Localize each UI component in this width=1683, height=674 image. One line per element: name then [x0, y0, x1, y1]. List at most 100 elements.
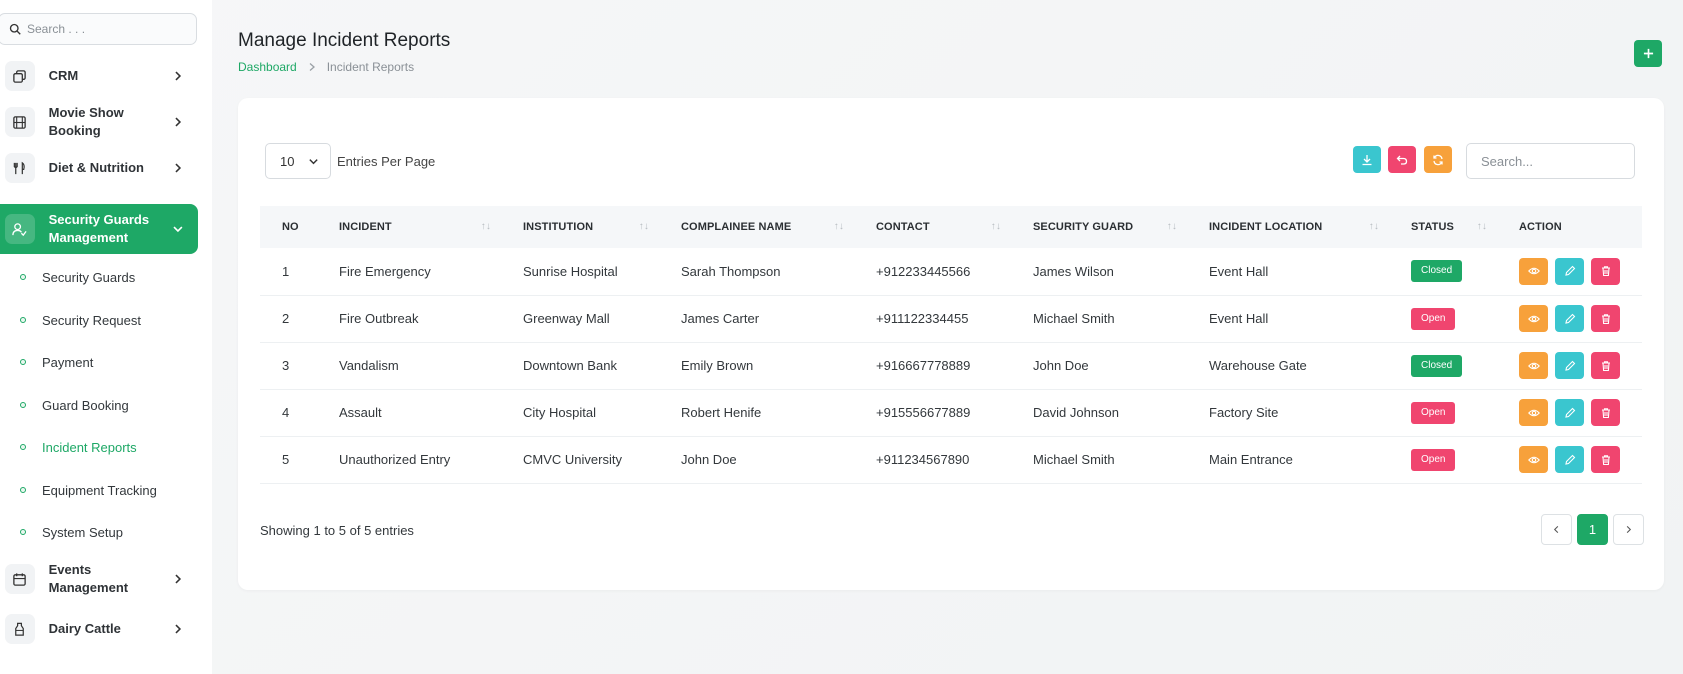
- edit-button[interactable]: [1555, 352, 1584, 379]
- sidebar-item-crm[interactable]: CRM: [0, 53, 198, 99]
- film-icon: [5, 107, 35, 137]
- view-button[interactable]: [1519, 399, 1548, 426]
- next-page-button[interactable]: [1613, 514, 1644, 545]
- bullet-icon: [20, 402, 26, 408]
- page-button-1[interactable]: 1: [1577, 514, 1608, 545]
- table-row: 5 Unauthorized Entry CMVC University Joh…: [260, 436, 1642, 484]
- cell-guard: Michael Smith: [1011, 295, 1187, 343]
- sort-icon[interactable]: ↑↓: [639, 221, 649, 232]
- cell-location: Event Hall: [1187, 295, 1389, 343]
- table-search-input[interactable]: [1466, 143, 1635, 179]
- bullet-icon: [20, 317, 26, 323]
- sidebar-subitem-incident-reports[interactable]: Incident Reports: [0, 432, 198, 462]
- sort-icon[interactable]: ↑↓: [1167, 221, 1177, 232]
- reset-button[interactable]: [1388, 146, 1416, 173]
- sidebar-subitem-guard-booking[interactable]: Guard Booking: [0, 390, 198, 420]
- column-header-incident[interactable]: INCIDENT ↑↓: [317, 206, 501, 248]
- cell-institution: CMVC University: [501, 436, 659, 484]
- sidebar-subitem-payment[interactable]: Payment: [0, 347, 198, 377]
- status-badge: Open: [1411, 401, 1456, 424]
- delete-button[interactable]: [1591, 446, 1620, 473]
- sidebar-search[interactable]: [0, 13, 197, 45]
- view-button[interactable]: [1519, 257, 1548, 285]
- breadcrumb-dashboard-link[interactable]: Dashboard: [238, 60, 297, 74]
- delete-button[interactable]: [1591, 352, 1620, 379]
- eye-icon: [1527, 409, 1540, 416]
- column-header-institution[interactable]: INSTITUTION ↑↓: [501, 206, 659, 248]
- entries-select[interactable]: 10: [265, 143, 331, 179]
- chevron-right-icon: [175, 574, 182, 584]
- sidebar-item-movie-show-booking[interactable]: Movie Show Booking: [0, 99, 198, 145]
- delete-button[interactable]: [1591, 257, 1620, 285]
- cell-actions: [1497, 389, 1642, 437]
- sort-icon[interactable]: ↑↓: [1369, 221, 1379, 232]
- cell-institution: Sunrise Hospital: [501, 248, 659, 296]
- chevron-right-icon: [309, 63, 315, 71]
- sidebar-item-events-management[interactable]: Events Management: [0, 556, 198, 602]
- delete-button[interactable]: [1591, 399, 1620, 426]
- breadcrumb-current: Incident Reports: [326, 60, 415, 74]
- incident-table: NO INCIDENT ↑↓ INSTITUTION ↑↓ COMPLAINEE N…: [260, 206, 1642, 484]
- sidebar-item-label: CRM: [48, 68, 79, 83]
- sidebar-item-diet-nutrition[interactable]: Diet & Nutrition: [0, 145, 198, 191]
- sidebar-search-input[interactable]: [27, 22, 187, 36]
- sidebar-subitem-equipment-tracking[interactable]: Equipment Tracking: [0, 475, 198, 505]
- sidebar: CRM Movie Show Booking Diet & Nutrition …: [0, 0, 212, 674]
- pencil-icon: [1564, 360, 1575, 371]
- edit-button[interactable]: [1555, 446, 1584, 473]
- view-button[interactable]: [1519, 446, 1548, 473]
- sort-icon[interactable]: ↑↓: [991, 221, 1001, 232]
- sidebar-subitem-label: Incident Reports: [42, 439, 137, 455]
- cell-complainee: Sarah Thompson: [659, 248, 854, 296]
- column-header-status[interactable]: STATUS ↑↓: [1389, 206, 1497, 248]
- cell-complainee: Emily Brown: [659, 342, 854, 390]
- sort-icon[interactable]: ↑↓: [1477, 221, 1487, 232]
- trash-icon: [1601, 266, 1610, 277]
- cell-status: Open: [1389, 295, 1497, 343]
- user-check-icon: [5, 214, 35, 244]
- refresh-button[interactable]: [1424, 146, 1452, 173]
- chevron-left-icon: [1553, 525, 1559, 534]
- sidebar-item-dairy-cattle[interactable]: Dairy Cattle: [0, 606, 198, 652]
- calendar-icon: [5, 564, 35, 594]
- sidebar-subitem-system-setup[interactable]: System Setup: [0, 517, 198, 547]
- prev-page-button[interactable]: [1541, 514, 1572, 545]
- cell-institution: Downtown Bank: [501, 342, 659, 390]
- sidebar-item-security-guards-management[interactable]: Security Guards Management: [0, 204, 198, 254]
- sidebar-subitem-label: Payment: [42, 354, 94, 370]
- view-button[interactable]: [1519, 305, 1548, 332]
- entries-label: Entries Per Page: [337, 153, 436, 169]
- bullet-icon: [20, 274, 26, 280]
- sidebar-subitem-security-request[interactable]: Security Request: [0, 305, 198, 335]
- cell-location: Factory Site: [1187, 389, 1389, 437]
- column-header-incident-location[interactable]: INCIDENT LOCATION ↑↓: [1187, 206, 1389, 248]
- download-icon: [1362, 154, 1372, 165]
- status-badge: Closed: [1411, 260, 1463, 283]
- sort-icon[interactable]: ↑↓: [481, 221, 491, 232]
- status-badge: Closed: [1411, 354, 1463, 377]
- sidebar-item-label: Security Guards Management: [48, 212, 150, 245]
- view-button[interactable]: [1519, 352, 1548, 379]
- column-header-security-guard[interactable]: SECURITY GUARD ↑↓: [1011, 206, 1187, 248]
- sidebar-subitem-label: Security Guards: [42, 269, 136, 285]
- column-header-complainee-name[interactable]: COMPLAINEE NAME ↑↓: [659, 206, 854, 248]
- cell-status: Closed: [1389, 248, 1497, 296]
- cell-institution: Greenway Mall: [501, 295, 659, 343]
- sidebar-subitem-label: Security Request: [42, 312, 141, 328]
- cell-status: Open: [1389, 389, 1497, 437]
- delete-button[interactable]: [1591, 305, 1620, 332]
- cell-no: 3: [260, 342, 317, 390]
- column-header-contact[interactable]: CONTACT ↑↓: [854, 206, 1011, 248]
- cell-guard: John Doe: [1011, 342, 1187, 390]
- cell-contact: +912233445566: [854, 248, 1011, 296]
- cell-contact: +916667778889: [854, 342, 1011, 390]
- export-button[interactable]: [1353, 146, 1381, 173]
- sidebar-subitem-security-guards[interactable]: Security Guards: [0, 262, 198, 292]
- edit-button[interactable]: [1555, 257, 1584, 285]
- edit-button[interactable]: [1555, 399, 1584, 426]
- add-incident-button[interactable]: [1634, 40, 1662, 67]
- chevron-right-icon: [1626, 525, 1632, 534]
- edit-button[interactable]: [1555, 305, 1584, 332]
- cell-status: Closed: [1389, 342, 1497, 390]
- sort-icon[interactable]: ↑↓: [834, 221, 844, 232]
